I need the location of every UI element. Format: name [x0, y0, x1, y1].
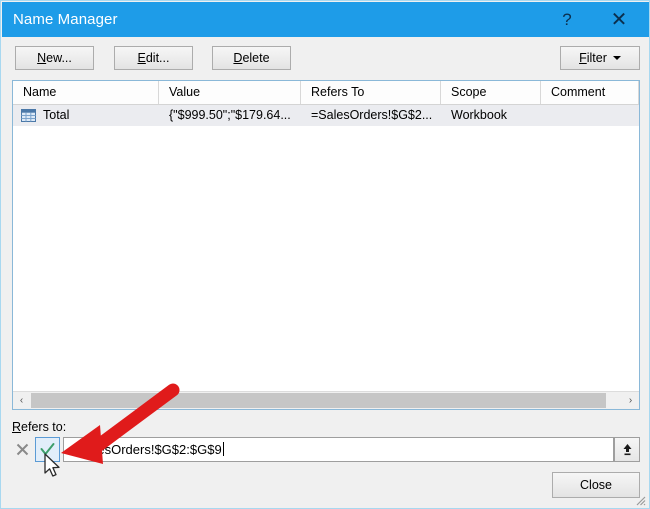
- text-caret: [222, 442, 224, 456]
- cell-value: {"$999.50";"$179.64...: [169, 108, 291, 122]
- column-header-value[interactable]: Value: [159, 81, 301, 104]
- horizontal-scrollbar[interactable]: ‹ ›: [13, 391, 639, 409]
- collapse-dialog-icon: [623, 444, 631, 456]
- new-accelerator: N: [37, 51, 47, 65]
- list-header-row: Name Value Refers To Scope Comment: [13, 81, 639, 105]
- resize-grip-icon[interactable]: [634, 494, 646, 506]
- column-header-name[interactable]: Name: [13, 81, 159, 104]
- title-bar: Name Manager ? ✕: [2, 2, 649, 37]
- edit-label: dit...: [145, 51, 170, 65]
- refers-to-input[interactable]: =SalesOrders!$G$2:$G$9: [63, 437, 614, 462]
- filter-accelerator: F: [579, 51, 587, 65]
- accept-entry-button[interactable]: [35, 437, 60, 462]
- scroll-left-icon[interactable]: ‹: [13, 392, 30, 409]
- collapse-dialog-button[interactable]: [614, 437, 640, 462]
- column-header-scope[interactable]: Scope: [441, 81, 541, 104]
- scroll-right-icon[interactable]: ›: [622, 392, 639, 409]
- filter-button[interactable]: Filter: [560, 46, 640, 70]
- refers-to-label-text: efers to:: [21, 420, 67, 434]
- cell-refers-to: =SalesOrders!$G$2...: [311, 108, 433, 122]
- cell-scope: Workbook: [451, 108, 508, 122]
- delete-label: elete: [242, 51, 270, 65]
- delete-accelerator: D: [233, 51, 243, 65]
- edit-accelerator: E: [137, 51, 146, 65]
- refers-to-input-value: =SalesOrders!$G$2:$G$9: [71, 442, 222, 457]
- column-header-refers-to[interactable]: Refers To: [301, 81, 441, 104]
- help-icon[interactable]: ?: [544, 2, 590, 37]
- cell-name: Total: [43, 108, 70, 122]
- name-manager-dialog: Name Manager ? ✕ New... Edit... Delete F…: [0, 0, 650, 509]
- edit-button[interactable]: Edit...: [114, 46, 193, 70]
- toolbar: New... Edit... Delete Filter: [2, 37, 649, 76]
- refers-to-accelerator: R: [12, 420, 22, 434]
- close-button[interactable]: Close: [552, 472, 640, 498]
- delete-button[interactable]: Delete: [212, 46, 291, 70]
- close-x-icon: [16, 443, 29, 456]
- cell-comment: [541, 105, 639, 126]
- chevron-down-icon: [612, 56, 621, 60]
- refers-to-label: Refers to:: [12, 420, 66, 434]
- close-icon[interactable]: ✕: [596, 2, 642, 37]
- new-label: ew...: [46, 51, 72, 65]
- names-list-panel: Name Value Refers To Scope Comment Total {"$9…: [12, 80, 640, 410]
- new-button[interactable]: New...: [15, 46, 94, 70]
- checkmark-icon: [40, 443, 55, 455]
- window-title: Name Manager: [13, 11, 118, 28]
- scrollbar-thumb[interactable]: [31, 393, 606, 408]
- cancel-entry-button[interactable]: [10, 437, 35, 462]
- filter-label: ilter: [586, 51, 607, 65]
- column-header-comment[interactable]: Comment: [541, 81, 639, 104]
- table-row[interactable]: Total {"$999.50";"$179.64... =SalesOrders!…: [13, 105, 639, 126]
- list-body: Total {"$999.50";"$179.64... =SalesOrders!…: [13, 105, 639, 391]
